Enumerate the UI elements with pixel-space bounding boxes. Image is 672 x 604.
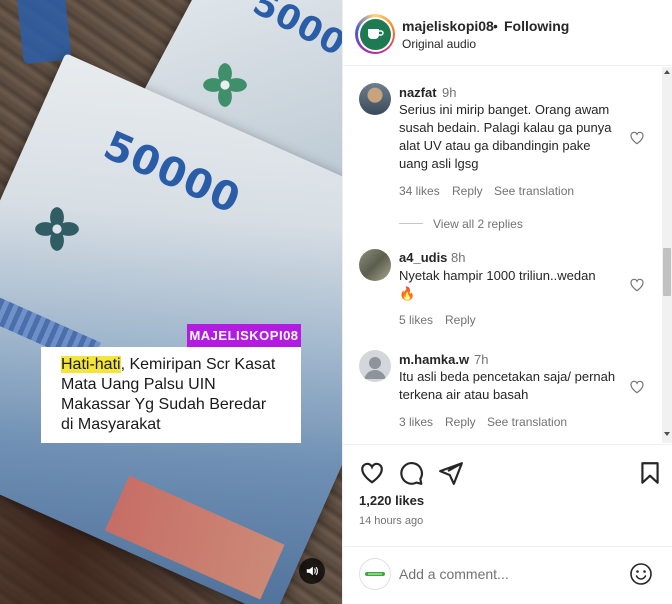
- brand-tag: MAJELISKOPI08: [187, 324, 301, 347]
- comment-like-heart-icon[interactable]: [629, 130, 645, 146]
- comment-input[interactable]: [399, 564, 619, 584]
- background-object: [16, 0, 72, 65]
- post-media[interactable]: 5000 50000 MAJELISKOPI08 Hati-hati, Kemi…: [0, 0, 342, 604]
- add-comment-bar: [343, 546, 672, 604]
- comment-reply-button[interactable]: Reply: [452, 184, 483, 198]
- banknote-red-band: [104, 475, 285, 600]
- current-user-avatar: [359, 558, 391, 590]
- comment-text: Nyetak hampir 1000 triliun..wedan: [399, 268, 596, 283]
- view-replies-link[interactable]: View all 2 replies: [433, 217, 523, 231]
- bookmark-icon[interactable]: [637, 460, 663, 486]
- caption-highlight: Hati-hati: [61, 356, 121, 373]
- comment-text: Itu asli beda pencetakan saja/ pernah te…: [399, 369, 616, 402]
- post-timestamp[interactable]: 14 hours ago: [359, 515, 423, 527]
- comment-like-heart-icon[interactable]: [629, 277, 645, 293]
- post-header: majeliskopi08 • Following Original audio: [343, 0, 672, 66]
- comment-time: 8h: [451, 250, 466, 265]
- fire-emoji: 🔥: [399, 286, 416, 301]
- sound-toggle-button[interactable]: [299, 558, 325, 584]
- comment-username[interactable]: nazfat: [399, 85, 437, 100]
- default-avatar-icon: [364, 357, 386, 379]
- header-username[interactable]: majeliskopi08: [402, 18, 494, 34]
- comment-username[interactable]: a4_udis: [399, 250, 447, 265]
- heart-icon[interactable]: [359, 460, 385, 486]
- replies-divider: [399, 223, 423, 224]
- scroll-up-arrow-icon[interactable]: [664, 70, 670, 74]
- comment-reply-button[interactable]: Reply: [445, 415, 476, 429]
- comment-reply-button[interactable]: Reply: [445, 313, 476, 327]
- comment-likes[interactable]: 34 likes: [399, 184, 440, 198]
- see-translation-link[interactable]: See translation: [487, 415, 567, 429]
- comment-likes[interactable]: 5 likes: [399, 313, 433, 327]
- emoji-picker-icon[interactable]: [629, 562, 653, 586]
- comment-time: 7h: [474, 352, 489, 367]
- comment-username[interactable]: m.hamka.w: [399, 352, 469, 367]
- following-button[interactable]: Following: [504, 18, 569, 34]
- speaker-icon: [306, 566, 318, 576]
- comment-like-heart-icon[interactable]: [629, 379, 645, 395]
- post-panel: majeliskopi08 • Following Original audio…: [342, 0, 672, 604]
- audio-label[interactable]: Original audio: [402, 37, 476, 51]
- likes-count[interactable]: 1,220 likes: [359, 493, 424, 508]
- comment-text: Serius ini mirip banget. Orang awam susa…: [399, 102, 612, 171]
- banknote-flower-icon: [35, 207, 79, 251]
- comment-avatar[interactable]: [359, 249, 391, 281]
- header-separator: •: [493, 18, 498, 34]
- scrollbar-thumb[interactable]: [663, 248, 671, 296]
- comment-time: 9h: [442, 85, 457, 100]
- banknote-flower-icon: [203, 63, 247, 107]
- comment-icon[interactable]: [398, 460, 424, 486]
- scroll-down-arrow-icon[interactable]: [664, 432, 670, 436]
- caption-card: Hati-hati, Kemiripan Scr Kasat Mata Uang…: [41, 347, 301, 443]
- user-logo-icon: [365, 572, 385, 576]
- profile-avatar[interactable]: [355, 14, 395, 54]
- coffee-cup-icon: [368, 29, 384, 39]
- comments-list: nazfat 9h Serius ini mirip banget. Orang…: [343, 67, 672, 443]
- share-icon[interactable]: [438, 460, 464, 486]
- comment-likes[interactable]: 3 likes: [399, 415, 433, 429]
- see-translation-link[interactable]: See translation: [494, 184, 574, 198]
- comment-avatar[interactable]: [359, 83, 391, 115]
- post-actions: 1,220 likes 14 hours ago: [343, 444, 672, 560]
- comment-avatar[interactable]: [359, 350, 391, 382]
